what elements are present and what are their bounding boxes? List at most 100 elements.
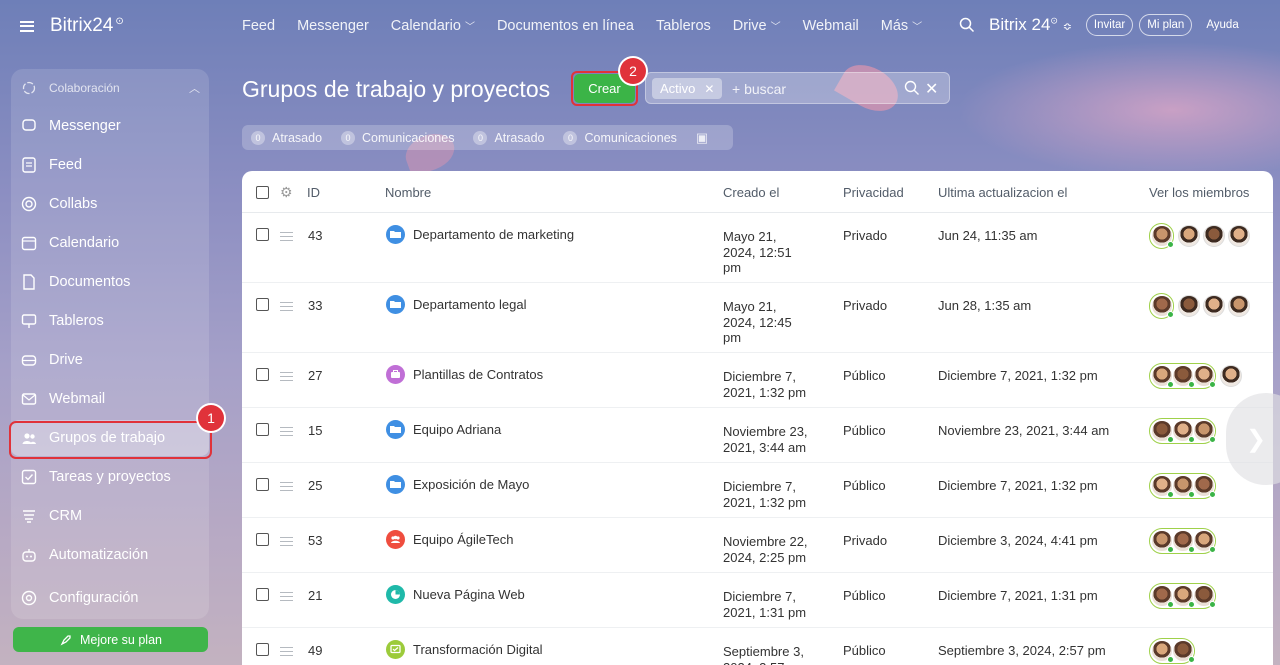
avatar[interactable]	[1178, 225, 1200, 247]
gear-icon[interactable]: ⚙	[280, 184, 293, 201]
avatar[interactable]	[1193, 530, 1216, 553]
avatar[interactable]	[1151, 585, 1174, 608]
topnav-item-calendario[interactable]: Calendario ﹀	[391, 18, 475, 34]
sidebar-item-collabs[interactable]: Collabs	[11, 186, 209, 222]
sidebar-item-webmail[interactable]: Webmail	[11, 381, 209, 417]
row-checkbox[interactable]	[256, 368, 269, 381]
topnav-item-feed[interactable]: Feed	[242, 18, 275, 34]
avatar[interactable]	[1151, 640, 1174, 663]
sidebar-item-tableros[interactable]: Tableros	[11, 303, 209, 339]
column-updated[interactable]: Ultima actualizacion el	[938, 185, 1067, 200]
avatar[interactable]	[1151, 295, 1174, 318]
drag-handle-icon[interactable]	[280, 592, 293, 601]
table-row[interactable]: 27 Plantillas de Contratos Diciembre 7, 202…	[242, 353, 1273, 408]
column-id[interactable]: ID	[307, 185, 320, 200]
drag-handle-icon[interactable]	[280, 232, 293, 241]
topnav-item-drive[interactable]: Drive ﹀	[733, 18, 781, 34]
filter-search[interactable]: Activo ✕ + buscar ✕	[645, 72, 950, 104]
drag-handle-icon[interactable]	[280, 372, 293, 381]
sidebar-item-messenger[interactable]: Messenger	[11, 108, 209, 144]
counter-item[interactable]: 0 Comunicaciones	[341, 130, 454, 145]
avatar[interactable]	[1151, 475, 1174, 498]
avatar[interactable]	[1228, 225, 1250, 247]
group-name-link[interactable]: Transformación Digital	[413, 642, 543, 658]
counter-item[interactable]: 0 Comunicaciones	[563, 130, 677, 145]
table-row[interactable]: 25 Exposición de Mayo Diciembre 7, 2021, 1:…	[242, 463, 1273, 518]
filter-chip-active[interactable]: Activo ✕	[652, 78, 723, 99]
search-icon[interactable]	[959, 17, 975, 33]
avatar[interactable]	[1228, 295, 1250, 317]
avatar[interactable]	[1172, 640, 1195, 663]
members-group[interactable]	[1149, 473, 1216, 499]
members-avatars[interactable]	[1149, 418, 1220, 444]
column-privacy[interactable]: Privacidad	[843, 185, 904, 200]
my-plan-button[interactable]: Mi plan	[1139, 14, 1193, 36]
members-group[interactable]	[1149, 363, 1216, 389]
search-icon[interactable]	[904, 80, 920, 96]
table-row[interactable]: 33 Departamento legal Mayo 21, 2024, 12:45 p…	[242, 283, 1273, 353]
sidebar-item-documentos[interactable]: Documentos	[11, 264, 209, 300]
members-group[interactable]	[1149, 583, 1216, 609]
row-checkbox[interactable]	[256, 533, 269, 546]
topnav-item-messenger[interactable]: Messenger	[297, 18, 369, 34]
column-members[interactable]: Ver los miembros	[1149, 185, 1249, 200]
members-avatars[interactable]	[1149, 223, 1253, 249]
search-input[interactable]: + buscar	[732, 81, 786, 97]
sidebar-item-settings[interactable]: Configuración	[11, 580, 209, 616]
avatar[interactable]	[1151, 420, 1174, 443]
top-brand[interactable]: Bitrix 24⊙ ≎	[989, 15, 1072, 35]
counter-item[interactable]: 0 Atrasado	[473, 130, 544, 145]
avatar[interactable]	[1220, 365, 1242, 387]
close-icon[interactable]: ✕	[704, 82, 714, 96]
members-avatars[interactable]	[1149, 293, 1253, 319]
sidebar-item-drive[interactable]: Drive	[11, 342, 209, 378]
avatar[interactable]	[1172, 530, 1195, 553]
row-checkbox[interactable]	[256, 643, 269, 656]
avatar[interactable]	[1151, 225, 1174, 248]
sidebar-item-feed[interactable]: Feed	[11, 147, 209, 183]
drag-handle-icon[interactable]	[280, 302, 293, 311]
select-all-checkbox[interactable]	[256, 186, 269, 199]
avatar[interactable]	[1178, 295, 1200, 317]
members-avatars[interactable]	[1149, 363, 1245, 389]
sidebar-item-automatizaci-n[interactable]: Automatización	[11, 537, 209, 573]
members-group[interactable]	[1149, 293, 1174, 319]
avatar[interactable]	[1172, 475, 1195, 498]
drag-handle-icon[interactable]	[280, 647, 293, 656]
avatar[interactable]	[1151, 365, 1174, 388]
members-avatars[interactable]	[1149, 473, 1220, 499]
table-row[interactable]: 21 Nueva Página Web Diciembre 7, 2021, 1:31…	[242, 573, 1273, 628]
group-name-link[interactable]: Nueva Página Web	[413, 587, 525, 603]
avatar[interactable]	[1193, 420, 1216, 443]
table-row[interactable]: 49 Transformación Digital Septiembre 3,202…	[242, 628, 1273, 665]
avatar[interactable]	[1172, 420, 1195, 443]
help-button[interactable]: Ayuda	[1198, 14, 1246, 36]
topnav-item-webmail[interactable]: Webmail	[803, 18, 859, 34]
table-row[interactable]: 43 Departamento de marketing Mayo 21, 2024,…	[242, 213, 1273, 283]
group-name-link[interactable]: Exposición de Mayo	[413, 477, 529, 493]
sidebar-item-calendario[interactable]: Calendario	[11, 225, 209, 261]
avatar[interactable]	[1193, 585, 1216, 608]
members-avatars[interactable]	[1149, 583, 1220, 609]
nav-section-collab[interactable]: Colaboración ︿	[11, 76, 209, 100]
topnav-item-tableros[interactable]: Tableros	[656, 18, 711, 34]
group-name-link[interactable]: Plantillas de Contratos	[413, 367, 543, 383]
menu-icon[interactable]	[20, 20, 34, 32]
avatar[interactable]	[1172, 585, 1195, 608]
column-created[interactable]: Creado el	[723, 185, 779, 200]
clear-icon[interactable]: ✕	[925, 79, 938, 99]
group-name-link[interactable]: Departamento de marketing	[413, 227, 574, 243]
sidebar-item-crm[interactable]: CRM	[11, 498, 209, 534]
group-name-link[interactable]: Equipo Adriana	[413, 422, 501, 438]
row-checkbox[interactable]	[256, 478, 269, 491]
table-row[interactable]: 53 Equipo ÁgileTech Noviembre 22, 2024, 2:2…	[242, 518, 1273, 573]
members-group[interactable]	[1149, 528, 1216, 554]
avatar[interactable]	[1193, 475, 1216, 498]
topnav-item-documentos-en-l-nea[interactable]: Documentos en línea	[497, 18, 634, 34]
upgrade-button[interactable]: Mejore su plan	[13, 627, 208, 652]
row-checkbox[interactable]	[256, 228, 269, 241]
topnav-item-m-s[interactable]: Más ﹀	[881, 18, 922, 34]
drag-handle-icon[interactable]	[280, 427, 293, 436]
row-checkbox[interactable]	[256, 298, 269, 311]
members-group[interactable]	[1149, 223, 1174, 249]
